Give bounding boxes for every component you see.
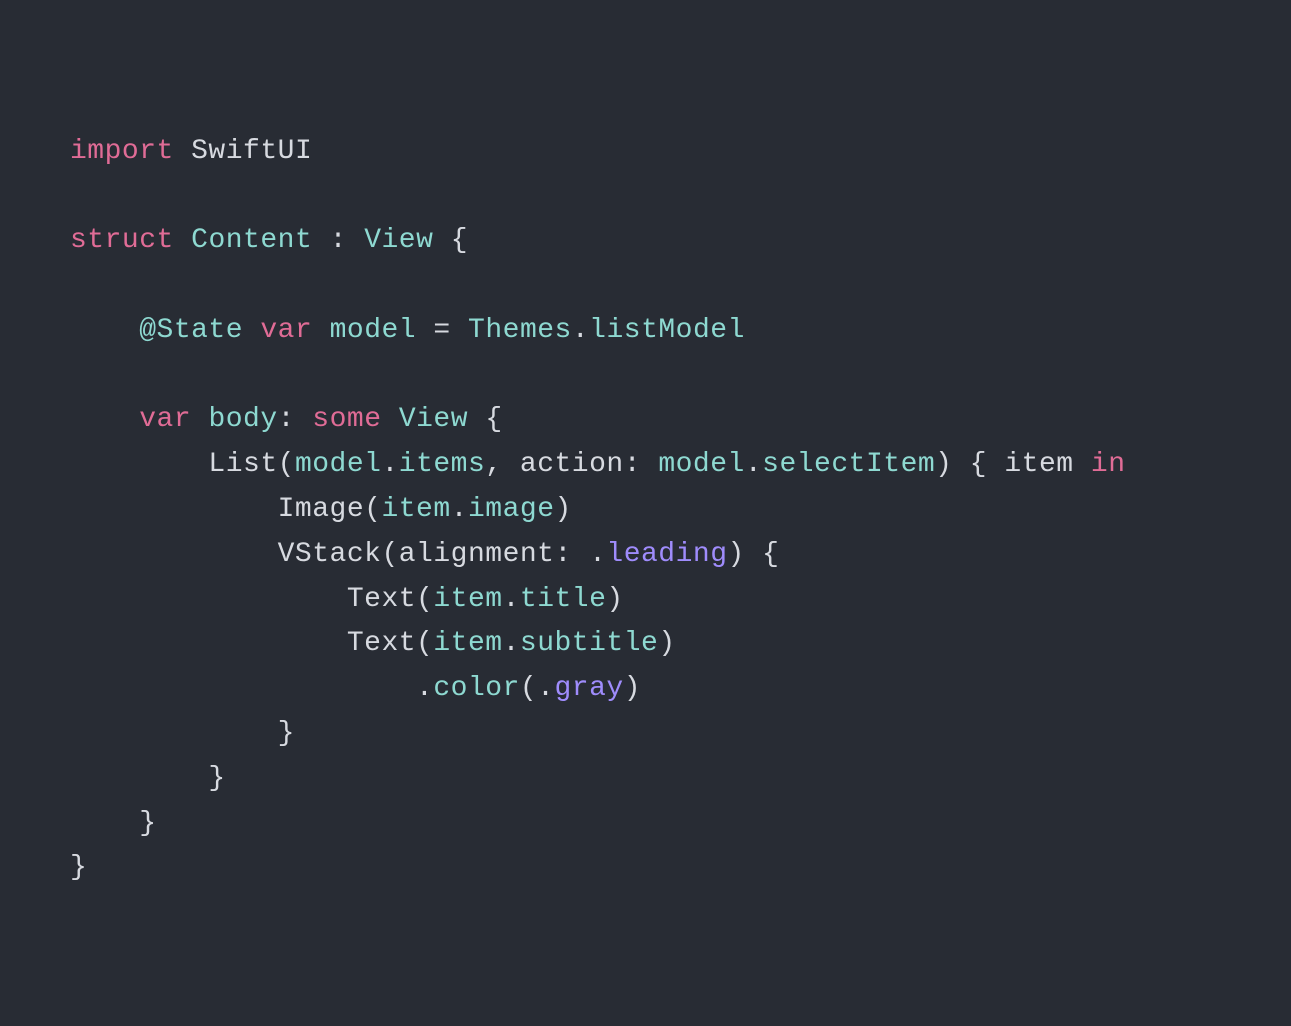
token-default: . [745,449,762,480]
code-line [70,264,1221,309]
token-type: @State [139,315,243,346]
code-block: import SwiftUI struct Content : View { @… [70,130,1221,892]
token-default [243,315,260,346]
token-keyword: var [260,315,312,346]
token-default [312,315,329,346]
token-default: . [572,315,589,346]
token-default: . [503,628,520,659]
token-param: model [658,449,745,480]
code-line [70,354,1221,399]
token-property: subtitle [520,628,658,659]
token-property: image [468,494,555,525]
token-property: model [330,315,417,346]
token-default: . [451,494,468,525]
token-keyword: var [139,404,191,435]
token-default: List( [70,449,295,480]
token-keyword: some [312,404,381,435]
code-line: } [70,712,1221,757]
token-property: color [433,673,520,704]
code-line: } [70,846,1221,891]
token-default: } [70,718,295,749]
code-line: import SwiftUI [70,130,1221,175]
token-default: Image( [70,494,381,525]
token-default: ) [658,628,675,659]
token-default: . [381,449,398,480]
token-enum: leading [606,539,727,570]
token-default: ) [624,673,641,704]
token-property: title [520,584,607,615]
token-property: body [208,404,277,435]
token-default: ) { item [935,449,1091,480]
token-default: (. [520,673,555,704]
token-keyword: struct [70,225,174,256]
token-type: Themes [468,315,572,346]
token-default: = [416,315,468,346]
code-line: List(model.items, action: model.selectIt… [70,443,1221,488]
token-default: ) [555,494,572,525]
token-default: . [503,584,520,615]
code-line: Text(item.subtitle) [70,622,1221,667]
token-default [70,404,139,435]
token-default: } [70,763,226,794]
token-keyword: in [1091,449,1126,480]
code-line: var body: some View { [70,398,1221,443]
token-default: SwiftUI [174,136,312,167]
token-param: model [295,449,382,480]
token-default: Text( [70,584,433,615]
token-default [174,225,191,256]
token-param: item [433,584,502,615]
token-keyword: import [70,136,174,167]
code-line: } [70,757,1221,802]
code-line: VStack(alignment: .leading) { [70,533,1221,578]
token-type: View [399,404,468,435]
token-default [70,315,139,346]
token-default [382,404,399,435]
token-type: Content [191,225,312,256]
token-default: : [278,404,313,435]
token-type: View [364,225,433,256]
token-default: ) [606,584,623,615]
code-line: @State var model = Themes.listModel [70,309,1221,354]
token-default: } [70,808,157,839]
code-line: Text(item.title) [70,578,1221,623]
token-default: VStack(alignment: . [70,539,606,570]
token-default: { [433,225,468,256]
token-default: Text( [70,628,433,659]
token-param: item [433,628,502,659]
code-line: struct Content : View { [70,219,1221,264]
token-enum: gray [554,673,623,704]
token-param: item [381,494,450,525]
token-default: . [70,673,433,704]
token-property: selectItem [762,449,935,480]
token-property: items [399,449,486,480]
token-default: ) { [728,539,780,570]
token-default: : [312,225,364,256]
code-line: Image(item.image) [70,488,1221,533]
token-default: { [468,404,503,435]
token-default: , action: [485,449,658,480]
token-default [191,404,208,435]
token-property: listModel [589,315,745,346]
code-line: .color(.gray) [70,667,1221,712]
token-default: } [70,852,87,883]
code-line [70,174,1221,219]
